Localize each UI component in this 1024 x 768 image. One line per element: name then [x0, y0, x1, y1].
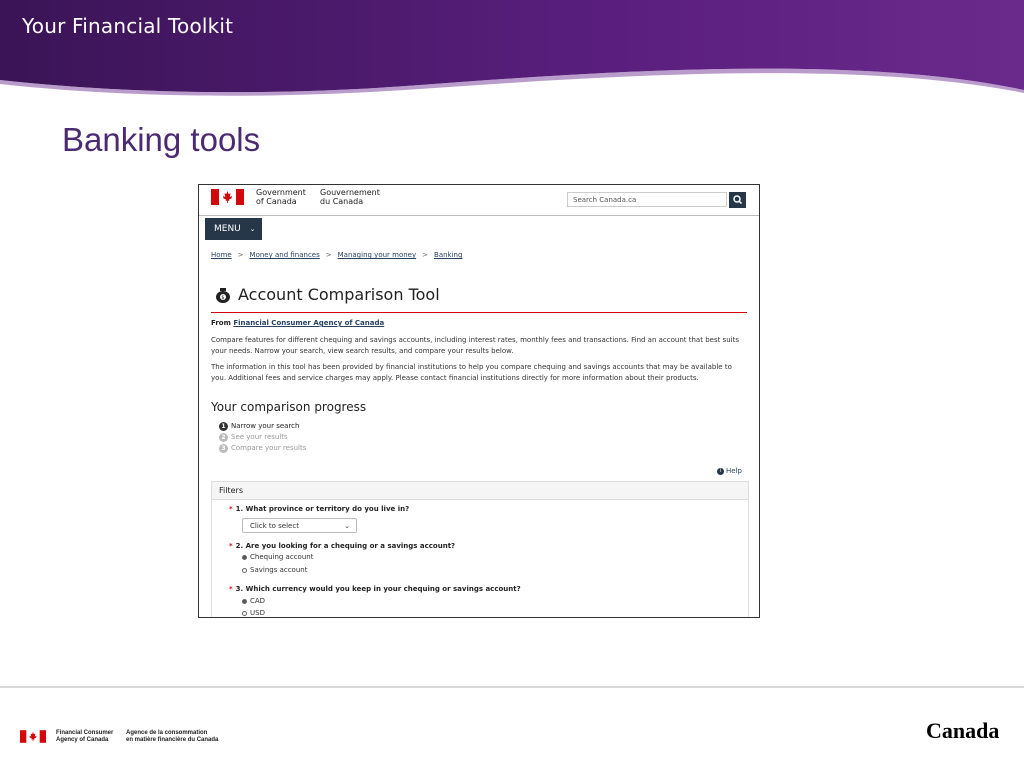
intro-paragraph: Compare features for different chequing …	[211, 336, 739, 355]
gov-en-line1: Government	[256, 188, 306, 197]
gc-header: Government of Canada Gouvernement du Can…	[199, 185, 759, 216]
radio-selected-icon	[242, 598, 247, 604]
canada-flag-icon	[20, 730, 46, 743]
footer-divider	[0, 686, 1024, 688]
question-label: 2. Are you looking for a chequing or a s…	[235, 542, 456, 550]
breadcrumb-banking[interactable]: Banking	[434, 251, 462, 259]
breadcrumb-money-and-finances[interactable]: Money and finances	[250, 251, 320, 259]
menu-button[interactable]: MENU ⌄	[205, 218, 262, 240]
fcac-en-line2: Agency of Canada	[56, 737, 109, 743]
breadcrumb-managing-your-money[interactable]: Managing your money	[338, 251, 417, 259]
fcac-fr-line1: Agence de la consommation	[126, 730, 208, 736]
required-marker: *	[229, 542, 233, 550]
question-province: * 1. What province or territory do you li…	[229, 505, 409, 513]
step-number-2: 2	[219, 433, 228, 442]
page-title: $ Account Comparison Tool	[213, 285, 440, 304]
filters-heading: Filters	[212, 482, 748, 500]
canada-flag-icon	[211, 189, 244, 205]
help-label: Help	[726, 467, 742, 475]
breadcrumb-home[interactable]: Home	[211, 251, 232, 259]
from-line: From Financial Consumer Agency of Canada	[211, 319, 384, 327]
from-label: From	[211, 319, 231, 327]
website-screenshot: Government of Canada Gouvernement du Can…	[198, 184, 760, 618]
disclaimer-paragraph: The information in this tool has been pr…	[211, 363, 732, 382]
fcac-en-line1: Financial Consumer	[56, 730, 114, 736]
radio-selected-icon	[242, 554, 247, 560]
required-marker: *	[229, 505, 233, 513]
question-label: 3. Which currency would you keep in your…	[235, 585, 521, 593]
step-see-results: 2 See your results	[219, 432, 306, 443]
fcac-fr-line2: en matière financière du Canada	[126, 737, 219, 743]
gov-fr-line1: Gouvernement	[320, 188, 380, 197]
step-number-1: 1	[219, 422, 228, 431]
radio-unselected-icon	[242, 567, 247, 573]
radio-chequing-account[interactable]: Chequing account	[242, 553, 313, 561]
select-value: Click to select	[250, 522, 299, 530]
info-icon: i	[717, 467, 724, 475]
breadcrumb-separator: >	[325, 251, 332, 259]
filters-panel: Filters * 1. What province or territory d…	[211, 481, 749, 617]
gov-fr-line2: du Canada	[320, 197, 364, 206]
required-marker: *	[229, 585, 233, 593]
tool-title-text: Account Comparison Tool	[238, 285, 440, 304]
progress-heading: Your comparison progress	[211, 400, 367, 414]
radio-label: CAD	[250, 597, 266, 605]
breadcrumb: Home > Money and finances > Managing your mo…	[211, 251, 462, 259]
menu-label: MENU	[214, 224, 241, 234]
province-select[interactable]: Click to select ⌄	[242, 518, 357, 533]
breadcrumb-separator: >	[422, 251, 429, 259]
gov-signature-fr: Gouvernement du Canada	[320, 188, 380, 206]
svg-text:$: $	[221, 295, 224, 301]
step-label: See your results	[231, 433, 288, 441]
slide-title: Banking tools	[62, 121, 261, 158]
breadcrumb-separator: >	[237, 251, 244, 259]
step-label: Compare your results	[231, 444, 307, 452]
chevron-down-icon: ⌄	[344, 522, 350, 530]
step-label: Narrow your search	[231, 422, 300, 430]
radio-savings-account[interactable]: Savings account	[242, 566, 307, 574]
question-label: 1. What province or territory do you liv…	[235, 505, 410, 513]
title-divider	[211, 312, 747, 313]
fcac-signature-en: Financial Consumer Agency of Canada	[56, 730, 113, 744]
fcac-link[interactable]: Financial Consumer Agency of Canada	[233, 319, 384, 327]
fcac-signature-fr: Agence de la consommation en matière fin…	[126, 730, 218, 744]
piggy-bank-icon: $	[216, 287, 230, 303]
question-currency: * 3. Which currency would you keep in you…	[229, 585, 521, 593]
gov-en-line2: of Canada	[256, 197, 297, 206]
question-account-type: * 2. Are you looking for a chequing or a …	[229, 542, 455, 550]
search-input[interactable]: Search Canada.ca	[567, 192, 727, 207]
radio-unselected-icon	[242, 610, 247, 616]
banner-title: Your Financial Toolkit	[22, 14, 234, 38]
search-icon	[733, 195, 743, 205]
gov-signature-en: Government of Canada	[256, 188, 306, 206]
radio-cad[interactable]: CAD	[242, 597, 265, 605]
radio-label: Savings account	[250, 566, 308, 574]
help-link[interactable]: i Help	[717, 467, 742, 475]
progress-steps: 1 Narrow your search 2 See your results …	[219, 421, 306, 454]
step-narrow-search: 1 Narrow your search	[219, 421, 306, 432]
radio-usd[interactable]: USD	[242, 609, 265, 617]
step-compare-results: 3 Compare your results	[219, 443, 306, 454]
radio-label: Chequing account	[250, 553, 314, 561]
radio-label: USD	[250, 609, 265, 617]
canada-wordmark: Canada	[926, 718, 1000, 743]
chevron-down-icon: ⌄	[249, 225, 256, 233]
step-number-3: 3	[219, 444, 228, 453]
search-button[interactable]	[729, 192, 746, 208]
